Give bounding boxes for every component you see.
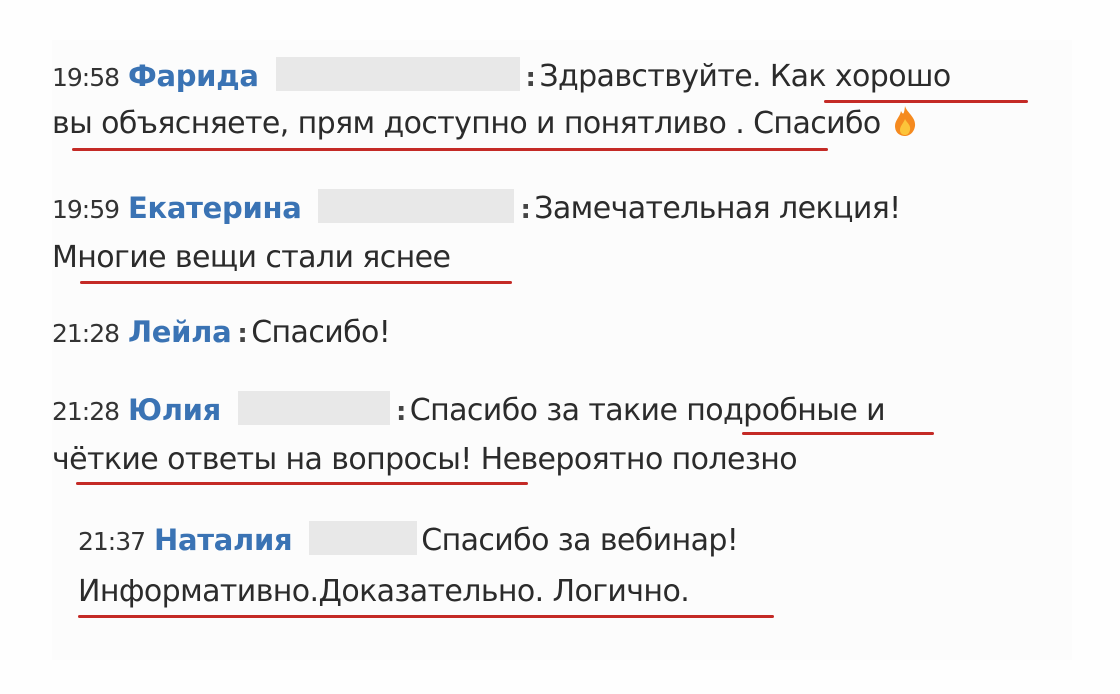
redacted-surname [318,189,515,223]
author-name[interactable]: Фарида [128,59,259,93]
message-header-line: 19:58 Фарида : Здравствуйте. Как хорошо [52,54,951,100]
message-time: 19:58 [52,63,120,92]
message-time: 21:28 [52,397,120,426]
separator: : [520,195,531,225]
message-header-line: 21:28 Юлия : Спасибо за такие подробные и [52,388,886,434]
author-name[interactable]: Екатерина [128,191,302,225]
message-header-line: 19:59 Екатерина : Замечательная лекция! [52,186,901,232]
message-text: Спасибо! [251,315,391,350]
redacted-surname [275,57,520,91]
message-time: 21:28 [52,319,120,348]
message-time: 21:37 [78,527,146,556]
separator: : [237,319,248,349]
highlight-underline [824,100,1028,103]
message-text: вы объясняете, прям доступно и понятливо… [52,106,881,141]
message-line: Многие вещи стали яснее [52,236,451,280]
message-text: Многие вещи стали яснее [52,240,451,275]
message-line: чёткие ответы на вопросы! Невероятно пол… [52,438,798,482]
highlight-underline [742,432,934,435]
message-line: вы объясняете, прям доступно и понятливо… [52,102,917,150]
message-text: Здравствуйте. Как хорошо [539,59,951,94]
message-header-line: 21:28 Лейла: Спасибо! [52,310,391,356]
message-time: 19:59 [52,195,120,224]
author-name[interactable]: Юлия [128,393,221,427]
fire-icon [893,105,917,150]
message-text: чёткие ответы на вопросы! Невероятно пол… [52,442,798,477]
message-text: Спасибо за вебинар! [421,523,739,558]
author-name[interactable]: Наталия [154,523,293,557]
message-text: Информативно.Доказательно. Логично. [78,574,690,609]
redacted-surname [237,391,390,425]
author-name[interactable]: Лейла [128,315,232,349]
message-text: Замечательная лекция! [534,191,901,226]
chat-panel: 19:58 Фарида : Здравствуйте. Как хорошо в… [52,40,1072,660]
separator: : [525,63,536,93]
message-line: Информативно.Доказательно. Логично. [78,570,690,614]
separator: : [395,397,406,427]
highlight-underline [78,615,774,618]
highlight-underline [80,281,512,284]
highlight-underline [72,148,828,151]
message-text: Спасибо за такие подробные и [409,393,886,428]
message-header-line: 21:37 Наталия Спасибо за вебинар! [78,518,739,564]
highlight-underline [76,482,528,485]
redacted-surname [309,521,418,555]
